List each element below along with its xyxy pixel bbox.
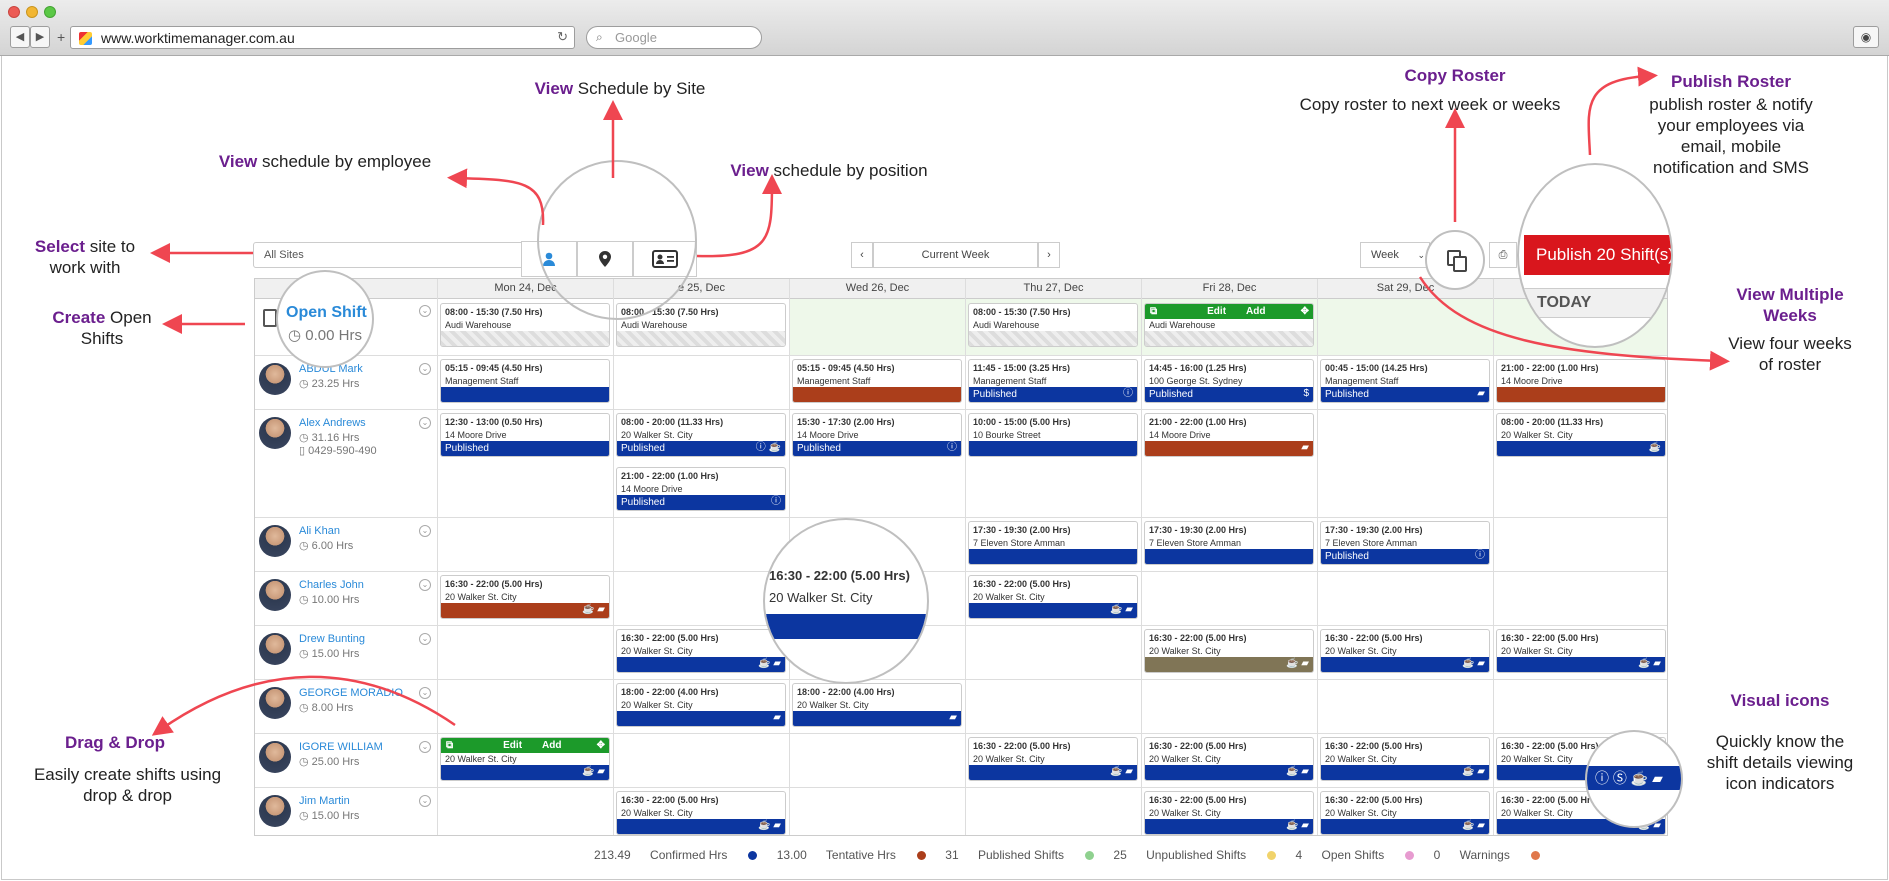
- summary-value: 31: [945, 848, 959, 862]
- annotation-view-employee: View schedule by employee: [200, 151, 450, 172]
- summary-warnings: 0 Warnings: [1434, 848, 1540, 862]
- annotation-visual-text: Quickly know the shift details viewing ico…: [1690, 731, 1870, 794]
- summary-label: Warnings: [1459, 848, 1510, 862]
- annotation-create-open: Create Open Shifts: [40, 307, 164, 349]
- summary-label: Tentative Hrs: [825, 848, 896, 862]
- summary-value: 25: [1113, 848, 1127, 862]
- annotation-text: icon indicators: [1725, 774, 1835, 793]
- summary-value: 0: [1433, 848, 1441, 862]
- summary-label: Confirmed Hrs: [650, 848, 728, 862]
- summary-label: Published Shifts: [977, 848, 1065, 862]
- annotation-visual-title: Visual icons: [1730, 691, 1830, 710]
- annotation-text: Shifts: [80, 329, 124, 348]
- annotation-arrows: [150, 66, 1730, 736]
- status-dot-icon: [916, 851, 926, 860]
- summary-label: Unpublished Shifts: [1146, 848, 1247, 862]
- annotation-text: site to: [85, 237, 136, 256]
- summary-published: 31 Published Shifts: [945, 848, 1095, 862]
- annotation-text: View four weeks: [1728, 334, 1852, 353]
- status-dot-icon: [1267, 851, 1277, 860]
- annotation-text: Open: [105, 308, 152, 327]
- annotation-bold: View: [218, 152, 258, 171]
- summary-unpublished: 25 Unpublished Shifts: [1113, 848, 1277, 862]
- annotation-view-position: View schedule by position: [714, 160, 944, 181]
- annotation-text: schedule by employee: [257, 152, 432, 171]
- annotation-multi-title: View Multiple Weeks: [1700, 284, 1880, 326]
- annotation-text: your employees via: [1657, 116, 1805, 135]
- annotation-bold: View: [730, 161, 769, 180]
- status-dot-icon: [1085, 851, 1095, 860]
- annotation-drag-title: Drag & Drop: [64, 733, 166, 752]
- annotation-text: email, mobile: [1680, 137, 1782, 156]
- summary-value: 13.00: [776, 848, 807, 862]
- annotation-text: shift details viewing: [1706, 753, 1854, 772]
- annotation-copy-text: Copy roster to next week or weeks: [1299, 95, 1561, 114]
- status-dot-icon: [748, 851, 758, 860]
- summary-footer: 213.49 Confirmed Hrs 13.00 Tentative Hrs…: [594, 848, 1556, 862]
- annotation-text: notification and SMS: [1653, 158, 1809, 177]
- annotation-bold: Create: [52, 308, 106, 327]
- annotation-text: of roster: [1758, 355, 1822, 374]
- annotation-text: drop & drop: [83, 786, 172, 805]
- annotation-text: schedule by position: [768, 161, 928, 180]
- annotation-select-site: Select site to work with: [20, 236, 150, 278]
- annotation-text: View Multiple: [1736, 285, 1844, 304]
- summary-tentative: 13.00 Tentative Hrs: [777, 848, 926, 862]
- summary-value: 4: [1295, 848, 1303, 862]
- annotation-text: work with: [49, 258, 121, 277]
- summary-value: 213.49: [594, 848, 631, 862]
- annotation-publish-title: Publish Roster: [1671, 72, 1791, 91]
- annotation-publish-text: publish roster & notify your employees vi…: [1621, 94, 1841, 178]
- summary-open: 4 Open Shifts: [1296, 848, 1415, 862]
- annotation-bold: View: [534, 79, 574, 98]
- annotation-copy-title: Copy Roster: [1404, 66, 1506, 85]
- summary-label: Open Shifts: [1321, 848, 1385, 862]
- summary-confirmed: 213.49 Confirmed Hrs: [594, 848, 758, 862]
- annotation-text: Schedule by Site: [573, 79, 706, 98]
- annotation-text: publish roster & notify: [1649, 95, 1813, 114]
- annotation-text: Weeks: [1763, 306, 1817, 325]
- annotation-drag-text: Easily create shifts using drop & drop: [20, 764, 235, 806]
- status-dot-icon: [1530, 851, 1540, 860]
- status-dot-icon: [1405, 851, 1415, 860]
- annotation-text: Quickly know the: [1715, 732, 1845, 751]
- annotation-text: Easily create shifts using: [33, 765, 222, 784]
- annotation-multi-text: View four weeks of roster: [1700, 333, 1880, 375]
- annotation-bold: Select: [34, 237, 85, 256]
- annotation-view-site: View Schedule by Site: [520, 78, 720, 99]
